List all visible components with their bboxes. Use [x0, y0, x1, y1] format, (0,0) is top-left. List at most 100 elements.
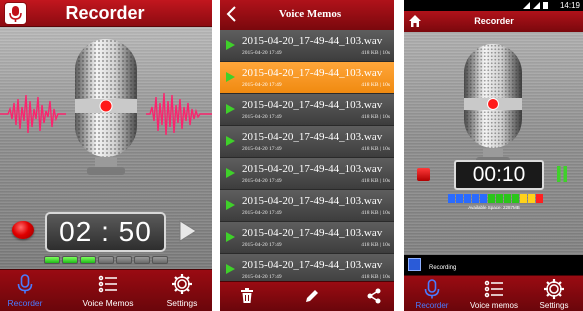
play-icon[interactable]	[225, 135, 236, 147]
bottom-navigation: Recorder Voice Memos Settings	[0, 269, 212, 311]
elapsed-time: 00:10	[472, 163, 526, 186]
level-bar	[512, 194, 519, 203]
level-segment	[134, 256, 150, 264]
microphone-image	[75, 39, 137, 175]
level-segment	[98, 256, 114, 264]
memo-row[interactable]: 2015-04-20_17-49-44_103.wav 2015-04-20 1…	[220, 158, 394, 190]
available-space-label: Available Space: 2287MB	[468, 205, 520, 210]
recording-status-bar: Recording	[404, 255, 583, 275]
pause-button[interactable]	[556, 166, 568, 182]
back-arrow-icon[interactable]	[225, 6, 237, 22]
nav-label: Voice Memos	[82, 298, 134, 308]
memo-filename: 2015-04-20_17-49-44_103.wav	[242, 67, 383, 79]
memo-row[interactable]: 2015-04-20_17-49-44_103.wav 2015-04-20 1…	[220, 94, 394, 126]
timer-display: 02 : 50	[45, 212, 166, 252]
memo-filename: 2015-04-20_17-49-44_103.wav	[242, 227, 383, 239]
level-bar	[528, 194, 535, 203]
play-icon[interactable]	[225, 39, 236, 51]
nav-tab-voice-memos[interactable]: Voice Memos	[80, 270, 136, 311]
play-icon[interactable]	[225, 103, 236, 115]
nav-label: Recorder	[7, 298, 43, 308]
status-clock: 14:19	[559, 1, 580, 10]
memo-date: 2015-04-20 17:49	[242, 178, 282, 184]
play-button[interactable]	[179, 220, 197, 242]
memo-filename: 2015-04-20_17-49-44_103.wav	[242, 195, 383, 207]
microphone-icon	[17, 274, 33, 294]
gear-icon	[544, 279, 564, 299]
recording-icon	[408, 258, 421, 271]
record-button[interactable]	[12, 221, 34, 239]
memo-info: 418 KB | 10s	[361, 82, 390, 88]
nav-label: Settings	[166, 298, 198, 308]
bottom-navigation: Recorder Voice memos Settings	[404, 275, 583, 311]
status-bar: 14:19	[404, 0, 583, 11]
level-bar	[480, 194, 487, 203]
memo-date: 2015-04-20 17:49	[242, 50, 282, 56]
level-bar	[504, 194, 511, 203]
memo-info: 418 KB | 10s	[361, 242, 390, 248]
memo-date: 2015-04-20 17:49	[242, 274, 282, 280]
gear-icon	[172, 274, 192, 294]
memo-toolbar	[220, 281, 394, 311]
memo-date: 2015-04-20 17:49	[242, 242, 282, 248]
page-title: Recorder	[474, 16, 514, 26]
level-segment	[80, 256, 96, 264]
level-bar	[456, 194, 463, 203]
page-title: Recorder	[65, 3, 145, 23]
nav-tab-settings[interactable]: Settings	[160, 270, 204, 311]
memo-info: 418 KB | 10s	[361, 114, 390, 120]
nav-tab-voice-memos[interactable]: Voice memos	[466, 276, 522, 311]
level-bar	[536, 194, 543, 203]
level-bar	[472, 194, 479, 203]
app-header: Recorder	[0, 0, 212, 27]
memo-row-selected[interactable]: 2015-04-20_17-49-44_103.wav 2015-04-20 1…	[220, 62, 394, 94]
recorder-panel: 02 : 50	[0, 27, 212, 269]
nav-label: Settings	[539, 301, 569, 310]
play-icon[interactable]	[225, 231, 236, 243]
app-header: Voice Memos	[220, 0, 394, 30]
nav-label: Recorder	[415, 301, 449, 310]
level-segment	[116, 256, 132, 264]
nav-tab-recorder[interactable]: Recorder	[0, 270, 50, 311]
level-bar	[448, 194, 455, 203]
level-bar	[520, 194, 527, 203]
list-icon	[484, 280, 503, 298]
recording-label: Recording	[429, 265, 457, 271]
timer-display: 00:10	[454, 160, 544, 190]
play-icon[interactable]	[225, 263, 236, 275]
memo-info: 418 KB | 10s	[361, 210, 390, 216]
microphone-image	[464, 44, 522, 165]
play-icon[interactable]	[225, 199, 236, 211]
memo-row[interactable]: 2015-04-20_17-49-44_103.wav 2015-04-20 1…	[220, 222, 394, 254]
elapsed-time: 02 : 50	[59, 216, 152, 247]
memo-date: 2015-04-20 17:49	[242, 82, 282, 88]
memo-filename: 2015-04-20_17-49-44_103.wav	[242, 99, 383, 111]
recorder-screen-2: 14:19 Recorder 00:10 Available Space: 22…	[404, 0, 583, 311]
pencil-icon[interactable]	[304, 288, 320, 304]
memo-row[interactable]: 2015-04-20_17-49-44_103.wav 2015-04-20 1…	[220, 126, 394, 158]
memo-row[interactable]: 2015-04-20_17-49-44_103.wav 2015-04-20 1…	[220, 190, 394, 222]
memo-filename: 2015-04-20_17-49-44_103.wav	[242, 259, 383, 271]
status-icons	[523, 2, 548, 9]
memo-filename: 2015-04-20_17-49-44_103.wav	[242, 35, 383, 47]
memo-row[interactable]: 2015-04-20_17-49-44_103.wav 2015-04-20 1…	[220, 30, 394, 62]
app-header: Recorder	[404, 11, 583, 32]
app-logo-icon	[4, 2, 27, 25]
level-bar	[464, 194, 471, 203]
list-icon	[98, 275, 117, 293]
level-bar	[496, 194, 503, 203]
nav-label: Voice memos	[469, 301, 519, 310]
play-icon[interactable]	[225, 167, 236, 179]
level-segment	[62, 256, 78, 264]
trash-icon[interactable]	[240, 288, 254, 304]
memo-info: 418 KB | 10s	[361, 178, 390, 184]
nav-tab-settings[interactable]: Settings	[532, 276, 576, 311]
play-icon[interactable]	[225, 71, 236, 83]
stop-button[interactable]	[417, 168, 430, 181]
page-title: Voice Memos	[278, 8, 342, 20]
home-icon[interactable]	[408, 14, 422, 28]
memo-date: 2015-04-20 17:49	[242, 114, 282, 120]
share-icon[interactable]	[366, 288, 382, 304]
nav-tab-recorder[interactable]: Recorder	[408, 276, 456, 311]
memo-info: 418 KB | 10s	[361, 274, 390, 280]
